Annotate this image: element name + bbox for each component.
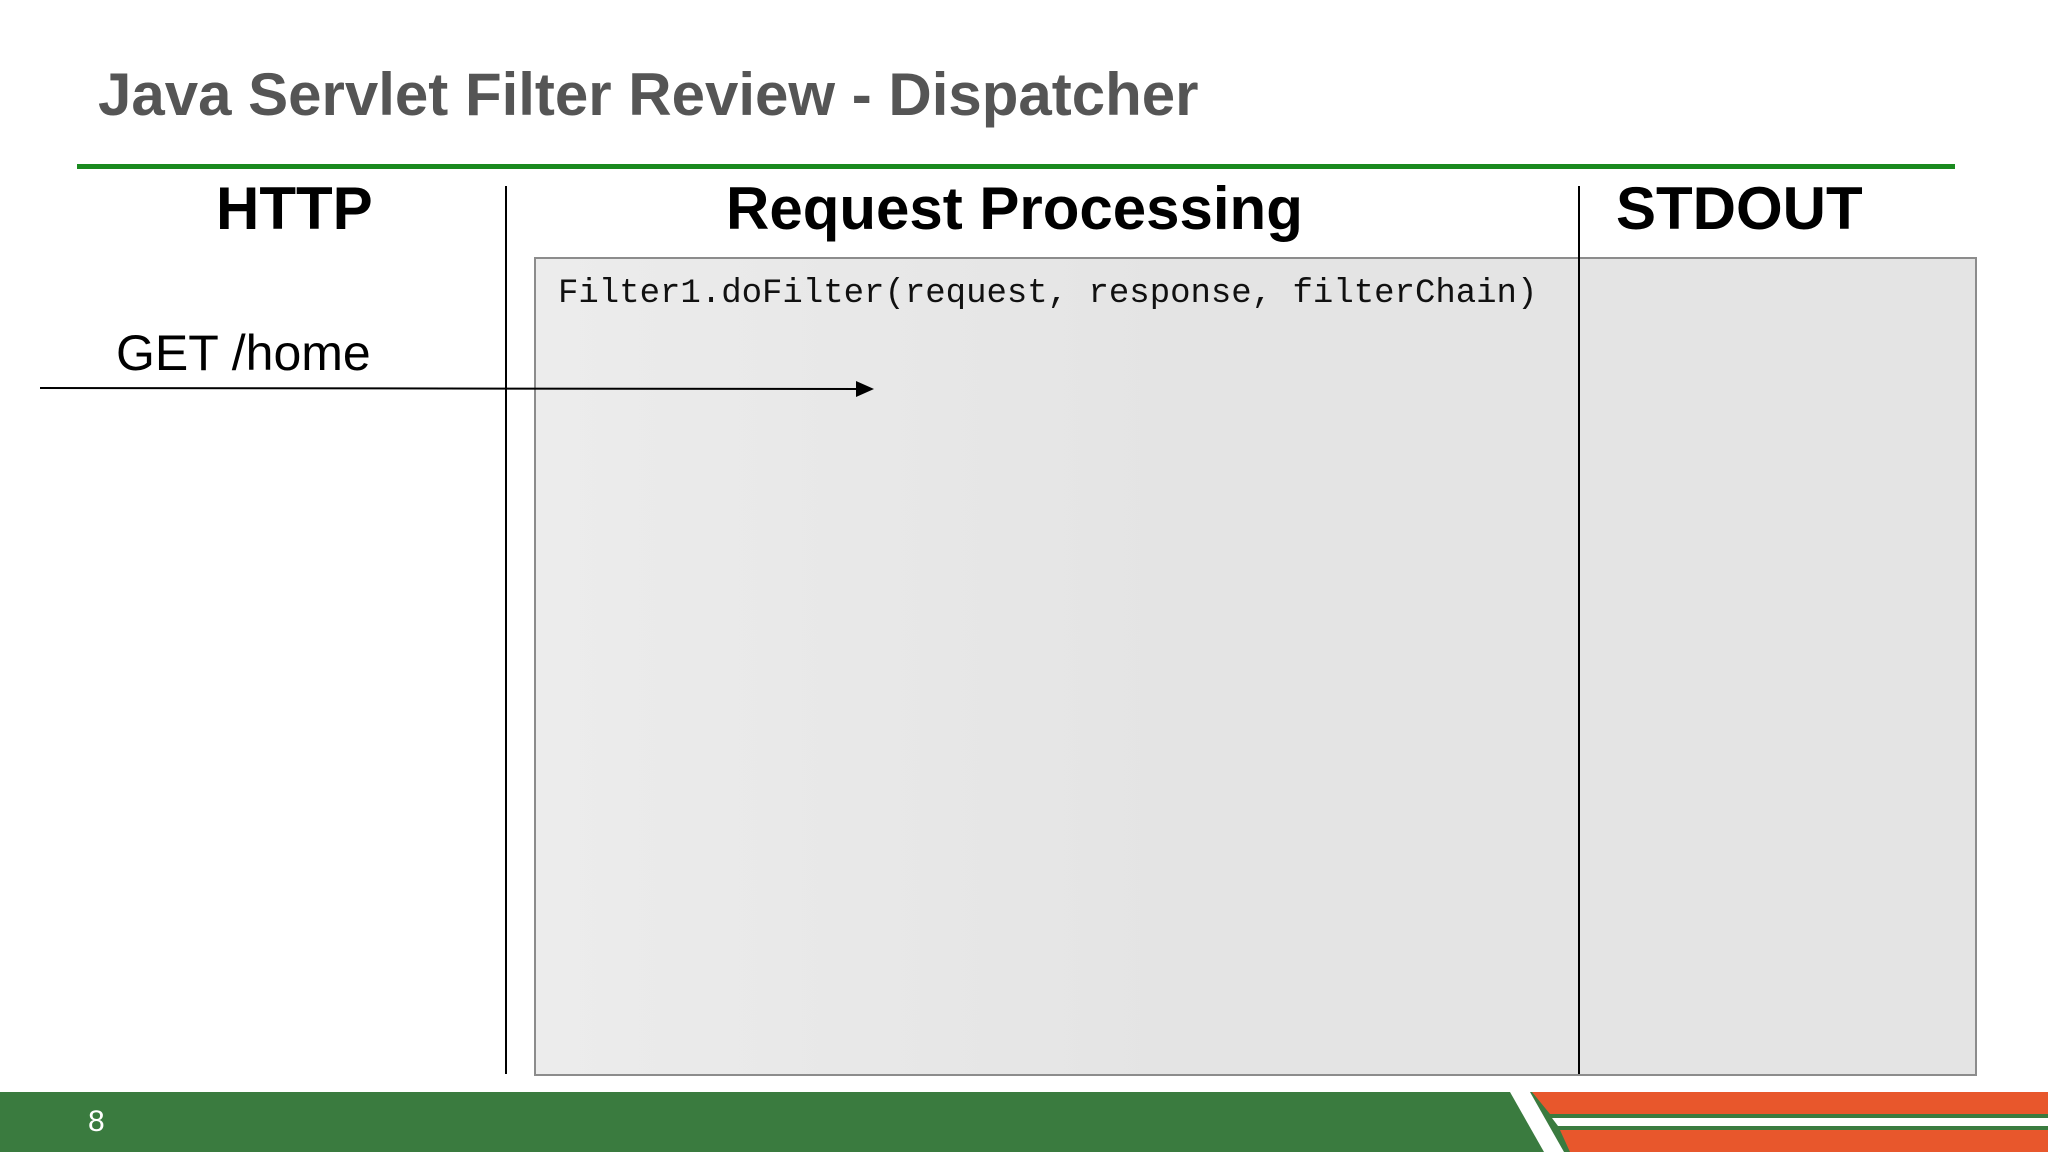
footer-logo-stripes bbox=[1510, 1092, 2048, 1152]
request-arrow bbox=[39, 381, 874, 397]
page-number: 8 bbox=[88, 1105, 105, 1138]
